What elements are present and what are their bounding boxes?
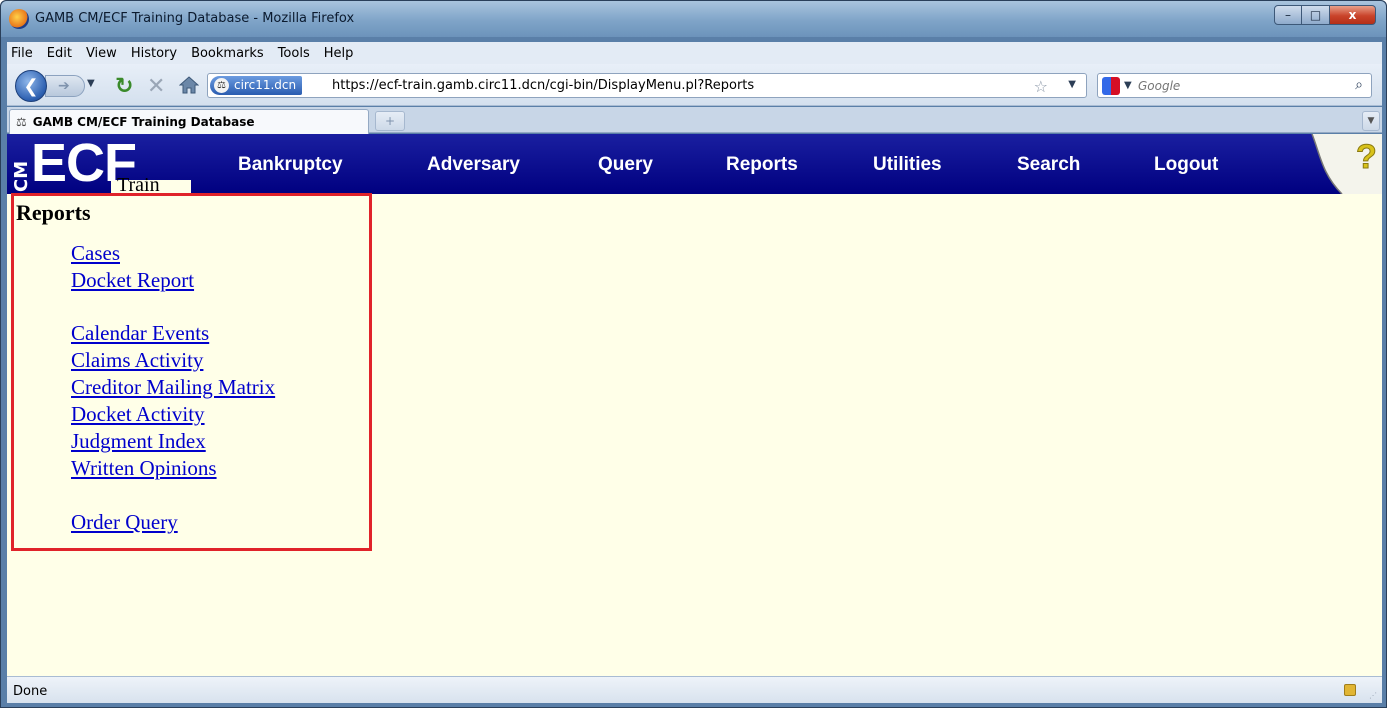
search-bar: ▼ ⌕ <box>1097 73 1372 98</box>
google-icon[interactable] <box>1102 77 1120 95</box>
ecf-logo: CM ECF Train <box>11 134 191 196</box>
link-written-opinions[interactable]: Written Opinions <box>71 456 217 481</box>
nav-adversary[interactable]: Adversary <box>427 154 520 176</box>
link-order-query[interactable]: Order Query <box>71 510 178 535</box>
menu-bar: File Edit View History Bookmarks Tools H… <box>7 42 1382 64</box>
status-bar: Done ⋰ <box>7 676 1382 703</box>
menu-tools[interactable]: Tools <box>278 46 310 61</box>
window-controls: – □ x <box>1274 5 1376 25</box>
forward-icon: ➔ <box>58 78 70 94</box>
nav-utilities[interactable]: Utilities <box>873 154 942 176</box>
firefox-icon <box>9 9 29 29</box>
tab-gamb-training[interactable]: ⚖ GAMB CM/ECF Training Database <box>9 109 369 134</box>
link-creditor-mailing-matrix[interactable]: Creditor Mailing Matrix <box>71 375 275 400</box>
url-dropdown-icon[interactable]: ▼ <box>1068 79 1076 90</box>
link-judgment-index[interactable]: Judgment Index <box>71 429 206 454</box>
search-icon[interactable]: ⌕ <box>1355 77 1363 93</box>
help-icon[interactable]: ? <box>1302 134 1382 195</box>
close-button[interactable]: x <box>1330 5 1376 25</box>
nav-search[interactable]: Search <box>1017 154 1080 176</box>
address-bar[interactable]: ⚖ circ11.dcn https://ecf-train.gamb.circ… <box>207 73 1087 98</box>
link-docket-report[interactable]: Docket Report <box>71 268 194 293</box>
forward-button[interactable]: ➔ <box>45 75 85 97</box>
menu-view[interactable]: View <box>86 46 117 61</box>
menu-file[interactable]: File <box>11 46 33 61</box>
link-docket-activity[interactable]: Docket Activity <box>71 402 205 427</box>
nav-logout[interactable]: Logout <box>1154 154 1218 176</box>
site-identity-label: circ11.dcn <box>234 78 297 92</box>
link-cases[interactable]: Cases <box>71 241 120 266</box>
menu-bookmarks[interactable]: Bookmarks <box>191 46 264 61</box>
reload-icon[interactable]: ↻ <box>115 74 133 99</box>
menu-history[interactable]: History <box>131 46 177 61</box>
minimize-button[interactable]: – <box>1274 5 1302 25</box>
home-icon[interactable] <box>178 76 200 94</box>
link-claims-activity[interactable]: Claims Activity <box>71 348 203 373</box>
title-bar[interactable]: GAMB CM/ECF Training Database - Mozilla … <box>1 1 1386 37</box>
link-calendar-events[interactable]: Calendar Events <box>71 321 209 346</box>
tab-bar: ⚖ GAMB CM/ECF Training Database + ▼ <box>7 107 1382 134</box>
tab-label: GAMB CM/ECF Training Database <box>32 115 255 129</box>
search-input[interactable] <box>1138 77 1328 95</box>
page-title: Reports <box>16 200 91 225</box>
history-dropdown-icon[interactable]: ▼ <box>87 78 95 89</box>
star-icon[interactable]: ☆ <box>1034 77 1048 96</box>
back-button[interactable]: ❮ <box>15 70 47 102</box>
page-content: CM ECF Train Bankruptcy Adversary Query … <box>7 134 1382 676</box>
lock-icon[interactable] <box>1344 684 1356 696</box>
menu-help[interactable]: Help <box>324 46 354 61</box>
window-title: GAMB CM/ECF Training Database - Mozilla … <box>35 11 355 26</box>
engine-dropdown-icon[interactable]: ▼ <box>1124 80 1132 91</box>
scales-icon: ⚖ <box>214 78 229 93</box>
site-identity-badge[interactable]: ⚖ circ11.dcn <box>210 76 303 95</box>
browser-window: GAMB CM/ECF Training Database - Mozilla … <box>0 0 1387 708</box>
status-text: Done <box>13 684 48 699</box>
help-glyph: ? <box>1356 138 1377 176</box>
ecf-menu-bar: CM ECF Train Bankruptcy Adversary Query … <box>7 134 1382 196</box>
new-tab-button[interactable]: + <box>375 111 405 131</box>
nav-query[interactable]: Query <box>598 154 653 176</box>
nav-reports[interactable]: Reports <box>726 154 798 176</box>
resize-grip-icon[interactable]: ⋰ <box>1369 691 1378 700</box>
maximize-button[interactable]: □ <box>1302 5 1330 25</box>
scales-icon: ⚖ <box>16 115 27 129</box>
tab-list-icon[interactable]: ▼ <box>1362 111 1380 131</box>
back-icon: ❮ <box>23 75 39 97</box>
stop-icon[interactable]: ✕ <box>147 74 165 99</box>
menu-edit[interactable]: Edit <box>47 46 72 61</box>
navigation-toolbar: ➔ ❮ ▼ ↻ ✕ ⚖ circ11.dcn https://ecf-train… <box>7 64 1382 106</box>
ecf-logo-cm: CM <box>11 160 32 192</box>
nav-bankruptcy[interactable]: Bankruptcy <box>238 154 343 176</box>
url-text[interactable]: https://ecf-train.gamb.circ11.dcn/cgi-bi… <box>332 78 754 93</box>
